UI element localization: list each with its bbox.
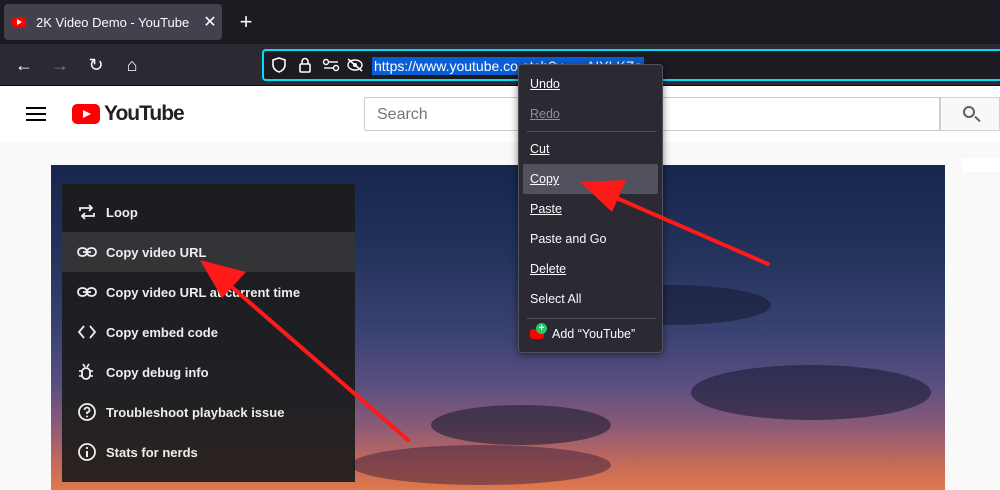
menu-item-label: Copy [530,172,560,186]
youtube-header: YouTube Search [0,86,1000,142]
link-icon [62,245,106,259]
question-icon [62,402,106,422]
menu-item-label: Troubleshoot playback issue [106,404,285,420]
menu-item-stats-for-nerds[interactable]: Stats for nerds [62,432,355,472]
menu-item-label: Copy debug info [106,364,209,380]
url-context-menu: Undo Redo Cut Copy Paste Paste and Go De… [518,64,663,353]
menu-item-redo: Redo [523,99,658,129]
menu-item-paste[interactable]: Paste [523,194,658,224]
permissions-icon[interactable] [322,57,340,78]
menu-item-copy-embed-code[interactable]: Copy embed code [62,312,355,352]
video-cloud [691,365,931,420]
menu-item-copy-url-current-time[interactable]: Copy video URL at current time [62,272,355,312]
menu-item-cut[interactable]: Cut [523,134,658,164]
youtube-logo-text: YouTube [104,102,185,125]
side-panel-body [962,172,1000,490]
menu-item-label: Redo [530,107,560,121]
link-icon [62,285,106,299]
menu-item-label: Paste [530,202,562,216]
close-tab-icon[interactable]: ✕ [198,12,222,32]
tab-title: 2K Video Demo - YouTube [36,14,190,30]
menu-item-troubleshoot[interactable]: Troubleshoot playback issue [62,392,355,432]
loop-icon [62,203,106,221]
menu-item-label: Undo [530,77,560,91]
menu-item-label: Add “YouTube” [552,327,636,341]
menu-item-label: Copy video URL [106,244,207,260]
video-cloud [351,445,611,485]
menu-item-label: Paste and Go [530,232,607,246]
menu-item-label: Select All [530,292,582,306]
side-panel [962,158,1000,172]
video-cloud [431,405,611,445]
search-button[interactable] [940,97,1000,131]
menu-item-delete[interactable]: Delete [523,254,658,284]
search-icon [963,106,975,118]
menu-icon[interactable] [26,106,46,122]
youtube-play-icon [72,104,100,124]
browser-tab[interactable]: 2K Video Demo - YouTube ✕ [4,4,222,40]
video-context-menu: Loop Copy video URL Copy video URL at cu… [62,184,355,482]
bug-icon [62,362,106,382]
menu-item-label: Delete [530,262,567,276]
menu-item-add-search-engine[interactable]: Add “YouTube” [523,319,658,349]
youtube-logo[interactable]: YouTube [72,102,185,126]
menu-item-label: Cut [530,142,550,156]
add-search-engine-icon [530,323,547,339]
menu-separator [527,131,656,132]
menu-item-label: Copy video URL at current time [106,284,301,300]
menu-item-copy-video-url[interactable]: Copy video URL [62,232,355,272]
menu-item-undo[interactable]: Undo [523,69,658,99]
browser-nav-bar: ← → ↻ ⌂ https://www.youtube.co atch?v=..… [0,44,1000,86]
youtube-favicon-icon [12,17,26,27]
menu-item-loop[interactable]: Loop [62,192,355,232]
new-tab-button[interactable]: + [234,8,258,36]
lock-icon[interactable] [296,57,314,78]
reload-icon[interactable]: ↻ [82,52,110,78]
code-icon [62,324,106,340]
back-icon[interactable]: ← [10,52,38,78]
menu-item-select-all[interactable]: Select All [523,284,658,314]
menu-item-label: Loop [106,204,138,220]
tracking-blocked-icon[interactable] [346,57,364,78]
browser-tab-bar: 2K Video Demo - YouTube ✕ + [0,0,1000,44]
search-placeholder: Search [377,106,428,123]
shield-icon[interactable] [270,57,288,78]
screenshot-root: 2K Video Demo - YouTube ✕ + ← → ↻ ⌂ http… [0,0,1000,490]
forward-icon[interactable]: → [46,52,74,78]
menu-item-copy[interactable]: Copy [523,164,658,194]
menu-item-label: Stats for nerds [106,444,198,460]
info-icon [62,442,106,462]
menu-item-label: Copy embed code [106,324,218,340]
menu-item-paste-and-go[interactable]: Paste and Go [523,224,658,254]
menu-item-copy-debug-info[interactable]: Copy debug info [62,352,355,392]
home-icon[interactable]: ⌂ [118,52,146,78]
